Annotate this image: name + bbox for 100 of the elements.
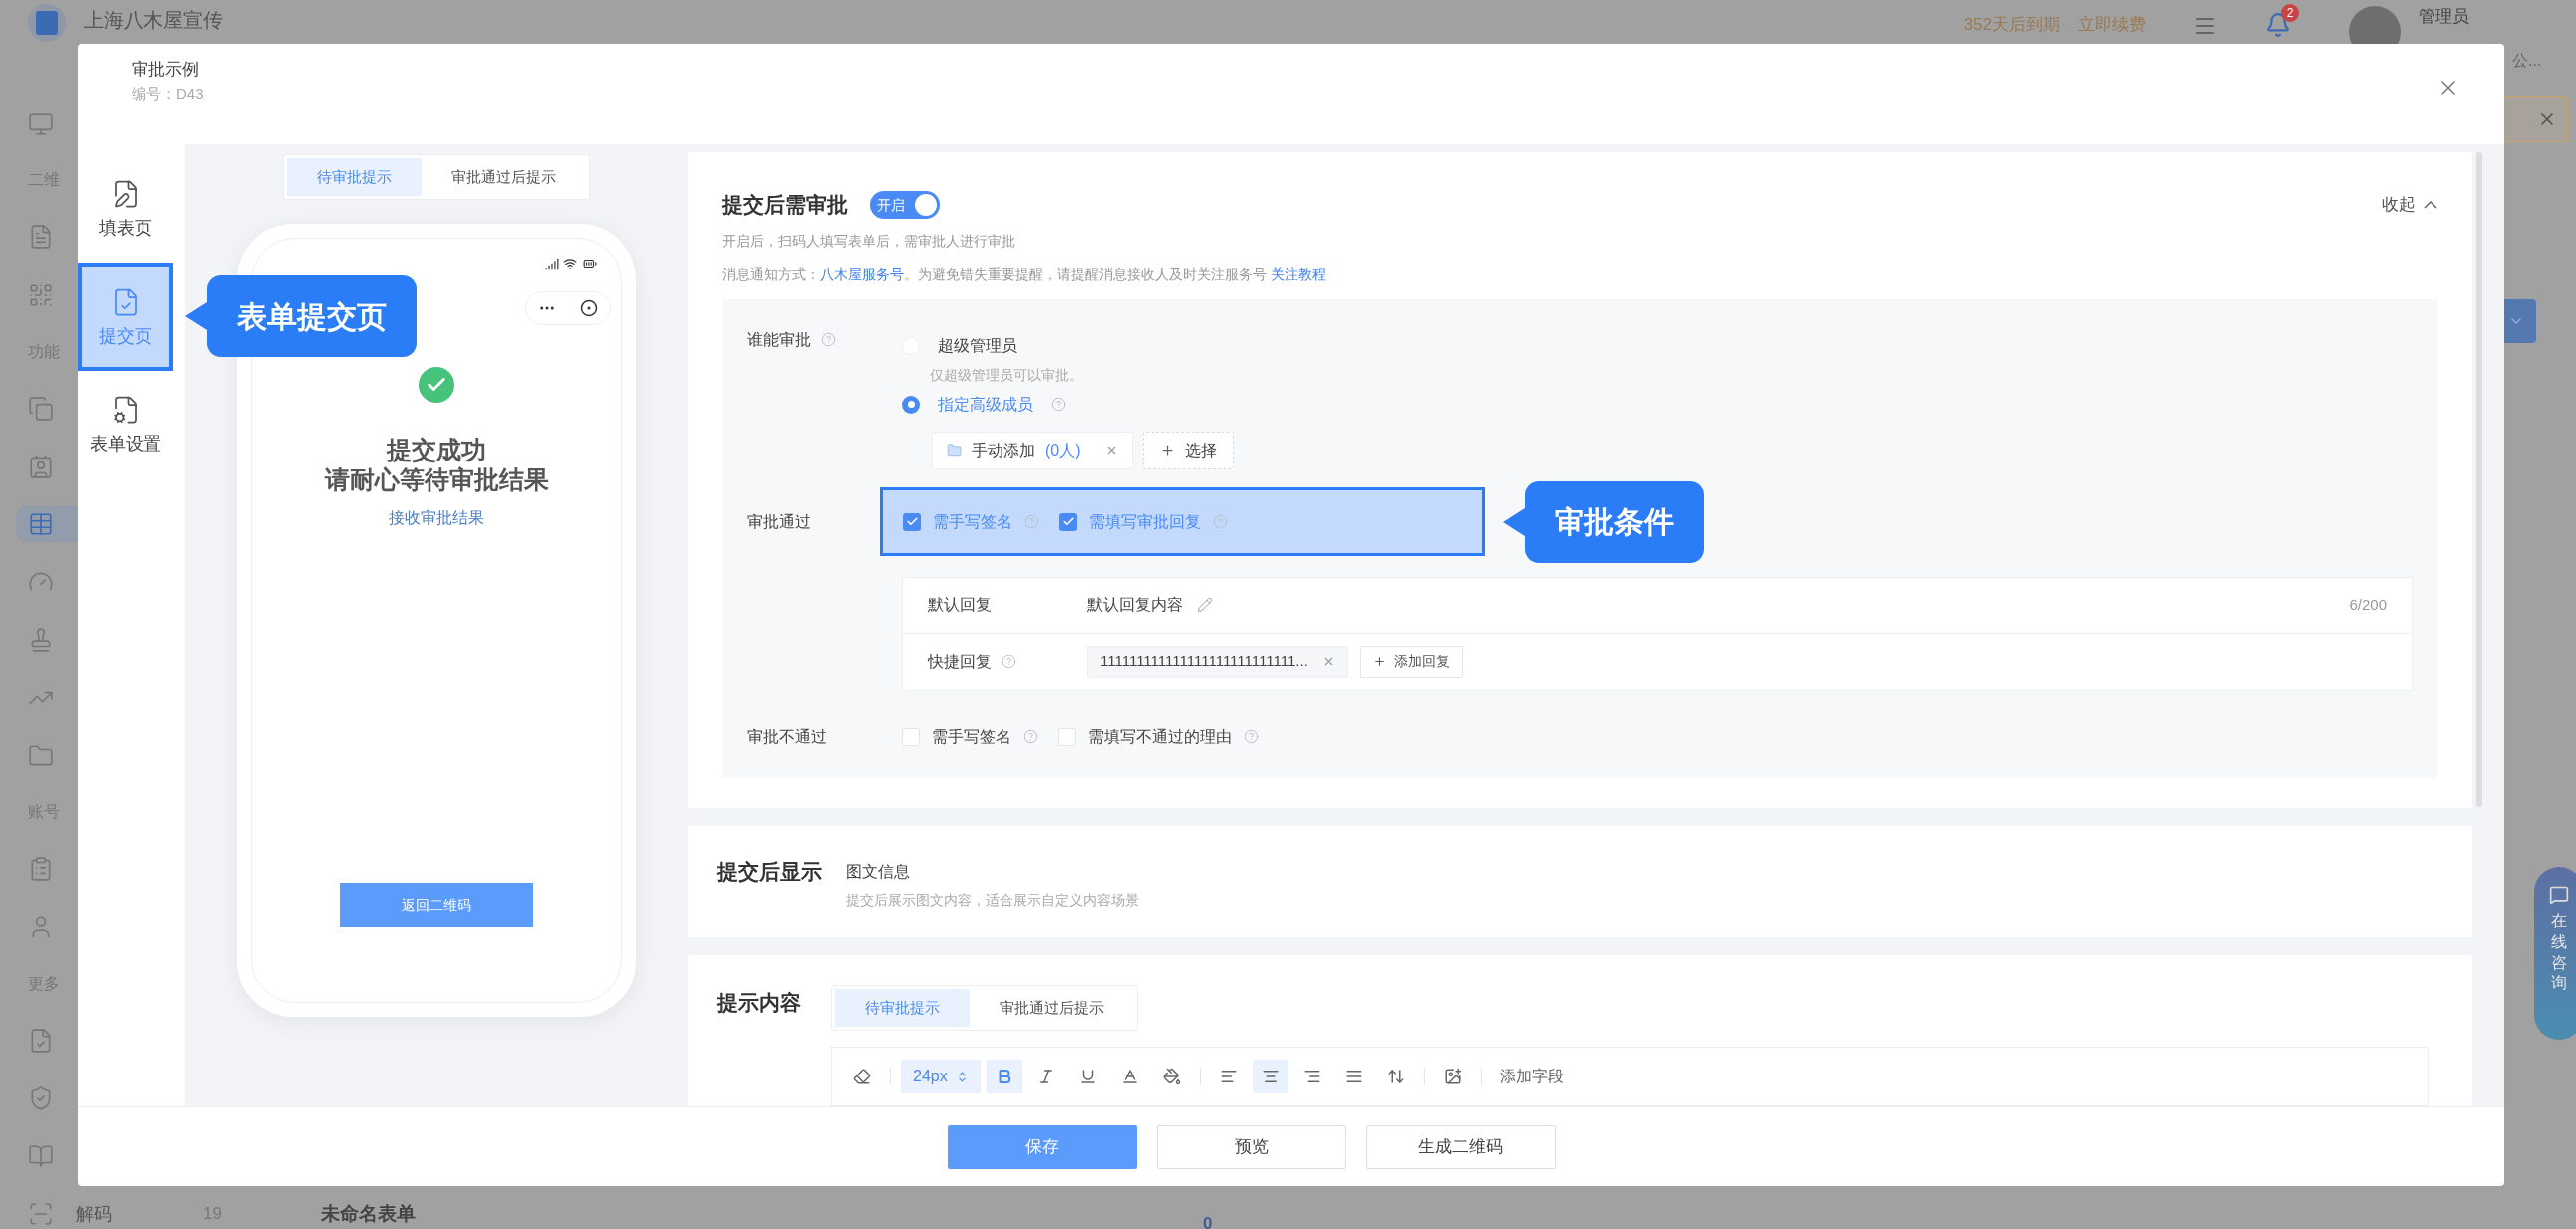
tab[interactable]: 审批通过后提示	[970, 989, 1134, 1027]
condition-callout: 审批条件	[1503, 480, 1704, 563]
qr-code-icon[interactable]	[28, 282, 54, 308]
help-icon	[1024, 514, 1039, 529]
copy-icon[interactable]	[28, 396, 54, 422]
option-hint: 仅超级管理员可以审批。	[930, 365, 1084, 385]
checkbox-label[interactable]: 需填写审批回复	[1089, 509, 1201, 534]
service-account-link[interactable]: 八木屋服务号	[820, 263, 904, 285]
add-reply-button[interactable]: 添加回复	[1359, 645, 1463, 678]
checkbox-label[interactable]: 需手写签名	[933, 509, 1012, 534]
success-title: 提交成功	[387, 435, 486, 464]
book-icon[interactable]	[28, 1143, 54, 1169]
checkbox-label[interactable]: 需手写签名	[932, 724, 1011, 749]
tab[interactable]: 审批通过后提示	[422, 158, 586, 196]
organization-name: 公...	[2512, 51, 2543, 71]
section-title: 提示内容	[717, 990, 801, 1016]
table-icon[interactable]	[28, 511, 54, 537]
chip-label: 手动添加	[972, 440, 1035, 461]
save-button[interactable]: 保存	[947, 1124, 1137, 1169]
footer-button[interactable]: 生成二维码	[1365, 1124, 1556, 1169]
field-label: 谁能审批	[747, 329, 811, 350]
plus-icon	[1159, 443, 1175, 458]
insert-image-icon[interactable]	[1443, 1068, 1462, 1085]
receive-result-link[interactable]: 接收审批结果	[389, 506, 484, 530]
monitor-icon[interactable]	[28, 111, 54, 137]
section-title: 提交后需审批	[722, 192, 848, 218]
nav-item[interactable]: 表单设置	[78, 371, 173, 478]
quick-reply-tag[interactable]: 111111111111111111111111111...	[1087, 645, 1348, 678]
success-subtitle: 请耐心等待审批结果	[324, 464, 549, 494]
field-label: 审批不通过	[747, 726, 828, 747]
scan-icon[interactable]	[28, 1201, 54, 1227]
app-name: 上海八木屋宣传	[84, 8, 223, 32]
app-logo	[28, 4, 66, 42]
modal-title: 审批示例	[132, 59, 200, 81]
checkbox[interactable]	[1059, 512, 1077, 531]
back-to-qr-button[interactable]: 返回二维码	[340, 883, 533, 927]
highlight-color-icon[interactable]	[1162, 1068, 1181, 1085]
row-label: 快捷回复	[928, 651, 992, 672]
plus-icon	[1372, 655, 1386, 668]
help-icon	[821, 332, 836, 347]
help-icon	[1023, 729, 1038, 744]
notification-badge: 2	[2281, 4, 2299, 22]
checkbox[interactable]	[902, 727, 920, 746]
add-field-button[interactable]: 添加字段	[1491, 1065, 1572, 1088]
radio-label[interactable]: 超级管理员	[938, 333, 1017, 358]
tutorial-link[interactable]: 关注教程	[1270, 263, 1326, 285]
checkmark-icon	[905, 515, 919, 528]
underline-icon[interactable]	[1078, 1068, 1097, 1085]
align-right-icon	[1302, 1068, 1321, 1085]
online-consult-label: 在线咨询	[2551, 911, 2567, 994]
select-button[interactable]: 选择	[1142, 431, 1234, 469]
footer-button[interactable]: 预览	[1156, 1124, 1346, 1169]
form-title: 未命名表单	[321, 1202, 416, 1226]
checkbox[interactable]	[1058, 727, 1076, 746]
checkbox-label[interactable]: 需填写不通过的理由	[1088, 724, 1232, 749]
chevron-up-icon	[2424, 200, 2437, 209]
wifi-icon	[563, 257, 577, 271]
help-icon	[1244, 729, 1259, 744]
eraser-icon[interactable]	[853, 1068, 871, 1085]
contact-card-icon[interactable]	[28, 454, 54, 479]
section-title: 提交后显示	[717, 858, 822, 885]
nav-item[interactable]: 填表页	[78, 155, 173, 263]
collapse-button[interactable]: 收起	[2382, 192, 2437, 218]
chip-count: (0人)	[1045, 440, 1081, 461]
font-size-select[interactable]: 24px	[901, 1060, 981, 1093]
description: 开启后，扫码人填写表单后，需审批人进行审批	[722, 231, 1016, 251]
align-left-icon	[1219, 1068, 1238, 1085]
toggle-switch[interactable]: 开启	[870, 190, 940, 219]
radio-label[interactable]: 指定高级成员	[938, 392, 1033, 417]
member-chip[interactable]: 手动添加 (0人)	[932, 431, 1133, 469]
form-code: 编号：D43	[132, 84, 204, 104]
sidebar-item-label[interactable]: 解码	[76, 1200, 112, 1228]
field-label: 审批通过	[747, 511, 812, 532]
tab[interactable]: 待审批提示	[835, 989, 970, 1027]
help-icon	[1051, 397, 1066, 412]
page-callout: 表单提交页	[185, 275, 417, 357]
tab[interactable]: 待审批提示	[287, 158, 422, 196]
online-consult-button[interactable]: 在线咨询	[2534, 867, 2576, 1040]
chat-icon	[2548, 885, 2570, 905]
user-name: 管理员	[2419, 6, 2469, 28]
folder-icon	[947, 443, 962, 458]
notice-text: 。为避免错失重要提醒，请提醒消息接收人及时关注服务号	[904, 264, 1268, 284]
expiry-text: 352天后到期	[1963, 14, 2060, 36]
nav-item[interactable]: 提交页	[78, 263, 173, 371]
help-icon	[1002, 654, 1016, 669]
row-label: 默认回复	[928, 595, 993, 615]
edit-icon[interactable]	[1197, 597, 1213, 613]
display-option: 图文信息	[846, 859, 1139, 884]
signal-icon	[545, 257, 559, 271]
align-button[interactable]	[1252, 1060, 1288, 1093]
target-icon[interactable]	[580, 299, 598, 317]
character-counter: 6/200	[2349, 594, 2387, 615]
line-height-icon[interactable]	[1386, 1068, 1405, 1085]
submission-count: 0	[1203, 1212, 1213, 1229]
font-color-icon[interactable]	[1120, 1068, 1139, 1085]
checkmark-icon	[1061, 515, 1075, 528]
align-justify-icon	[1344, 1068, 1363, 1085]
checkbox[interactable]	[903, 512, 921, 531]
radio-button[interactable]	[902, 395, 920, 414]
notice-label: 消息通知方式：	[722, 264, 820, 284]
